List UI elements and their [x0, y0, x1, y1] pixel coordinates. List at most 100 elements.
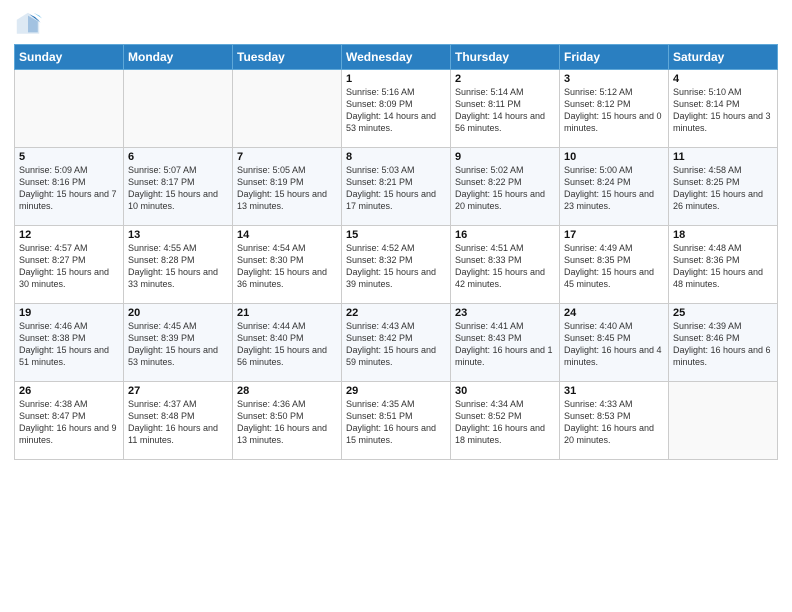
day-info: Sunrise: 4:46 AMSunset: 8:38 PMDaylight:… — [19, 320, 119, 369]
calendar-cell: 26Sunrise: 4:38 AMSunset: 8:47 PMDayligh… — [15, 382, 124, 460]
day-info: Sunrise: 5:00 AMSunset: 8:24 PMDaylight:… — [564, 164, 664, 213]
calendar-cell: 12Sunrise: 4:57 AMSunset: 8:27 PMDayligh… — [15, 226, 124, 304]
calendar-cell: 28Sunrise: 4:36 AMSunset: 8:50 PMDayligh… — [233, 382, 342, 460]
calendar-cell: 22Sunrise: 4:43 AMSunset: 8:42 PMDayligh… — [342, 304, 451, 382]
day-number: 25 — [673, 307, 773, 319]
calendar-cell: 20Sunrise: 4:45 AMSunset: 8:39 PMDayligh… — [124, 304, 233, 382]
day-info: Sunrise: 5:09 AMSunset: 8:16 PMDaylight:… — [19, 164, 119, 213]
calendar-cell: 14Sunrise: 4:54 AMSunset: 8:30 PMDayligh… — [233, 226, 342, 304]
calendar-cell: 25Sunrise: 4:39 AMSunset: 8:46 PMDayligh… — [669, 304, 778, 382]
day-number: 23 — [455, 307, 555, 319]
day-number: 22 — [346, 307, 446, 319]
weekday-header-row: SundayMondayTuesdayWednesdayThursdayFrid… — [15, 45, 778, 70]
day-info: Sunrise: 4:54 AMSunset: 8:30 PMDaylight:… — [237, 242, 337, 291]
calendar-cell — [669, 382, 778, 460]
day-info: Sunrise: 4:36 AMSunset: 8:50 PMDaylight:… — [237, 398, 337, 447]
calendar-cell: 24Sunrise: 4:40 AMSunset: 8:45 PMDayligh… — [560, 304, 669, 382]
calendar-cell: 1Sunrise: 5:16 AMSunset: 8:09 PMDaylight… — [342, 70, 451, 148]
day-number: 13 — [128, 229, 228, 241]
day-info: Sunrise: 5:12 AMSunset: 8:12 PMDaylight:… — [564, 86, 664, 135]
calendar-cell: 2Sunrise: 5:14 AMSunset: 8:11 PMDaylight… — [451, 70, 560, 148]
calendar-cell: 31Sunrise: 4:33 AMSunset: 8:53 PMDayligh… — [560, 382, 669, 460]
day-info: Sunrise: 4:39 AMSunset: 8:46 PMDaylight:… — [673, 320, 773, 369]
day-info: Sunrise: 4:51 AMSunset: 8:33 PMDaylight:… — [455, 242, 555, 291]
calendar-cell: 8Sunrise: 5:03 AMSunset: 8:21 PMDaylight… — [342, 148, 451, 226]
calendar-cell: 9Sunrise: 5:02 AMSunset: 8:22 PMDaylight… — [451, 148, 560, 226]
day-info: Sunrise: 4:34 AMSunset: 8:52 PMDaylight:… — [455, 398, 555, 447]
day-number: 31 — [564, 385, 664, 397]
weekday-header-friday: Friday — [560, 45, 669, 70]
day-number: 5 — [19, 151, 119, 163]
day-number: 11 — [673, 151, 773, 163]
day-number: 14 — [237, 229, 337, 241]
calendar-cell — [15, 70, 124, 148]
day-number: 20 — [128, 307, 228, 319]
day-info: Sunrise: 5:05 AMSunset: 8:19 PMDaylight:… — [237, 164, 337, 213]
day-info: Sunrise: 4:38 AMSunset: 8:47 PMDaylight:… — [19, 398, 119, 447]
day-info: Sunrise: 5:14 AMSunset: 8:11 PMDaylight:… — [455, 86, 555, 135]
calendar-cell: 19Sunrise: 4:46 AMSunset: 8:38 PMDayligh… — [15, 304, 124, 382]
calendar-cell: 30Sunrise: 4:34 AMSunset: 8:52 PMDayligh… — [451, 382, 560, 460]
day-info: Sunrise: 5:07 AMSunset: 8:17 PMDaylight:… — [128, 164, 228, 213]
day-number: 24 — [564, 307, 664, 319]
calendar-cell: 29Sunrise: 4:35 AMSunset: 8:51 PMDayligh… — [342, 382, 451, 460]
day-info: Sunrise: 4:49 AMSunset: 8:35 PMDaylight:… — [564, 242, 664, 291]
day-info: Sunrise: 5:10 AMSunset: 8:14 PMDaylight:… — [673, 86, 773, 135]
day-number: 8 — [346, 151, 446, 163]
day-number: 6 — [128, 151, 228, 163]
day-info: Sunrise: 4:58 AMSunset: 8:25 PMDaylight:… — [673, 164, 773, 213]
day-number: 26 — [19, 385, 119, 397]
day-number: 28 — [237, 385, 337, 397]
calendar-cell: 27Sunrise: 4:37 AMSunset: 8:48 PMDayligh… — [124, 382, 233, 460]
calendar-cell: 16Sunrise: 4:51 AMSunset: 8:33 PMDayligh… — [451, 226, 560, 304]
day-number: 17 — [564, 229, 664, 241]
day-info: Sunrise: 4:45 AMSunset: 8:39 PMDaylight:… — [128, 320, 228, 369]
calendar-cell: 21Sunrise: 4:44 AMSunset: 8:40 PMDayligh… — [233, 304, 342, 382]
calendar-week-row: 19Sunrise: 4:46 AMSunset: 8:38 PMDayligh… — [15, 304, 778, 382]
weekday-header-wednesday: Wednesday — [342, 45, 451, 70]
calendar-cell: 6Sunrise: 5:07 AMSunset: 8:17 PMDaylight… — [124, 148, 233, 226]
day-info: Sunrise: 4:48 AMSunset: 8:36 PMDaylight:… — [673, 242, 773, 291]
calendar-week-row: 1Sunrise: 5:16 AMSunset: 8:09 PMDaylight… — [15, 70, 778, 148]
day-number: 21 — [237, 307, 337, 319]
day-info: Sunrise: 4:52 AMSunset: 8:32 PMDaylight:… — [346, 242, 446, 291]
calendar-cell: 4Sunrise: 5:10 AMSunset: 8:14 PMDaylight… — [669, 70, 778, 148]
day-number: 30 — [455, 385, 555, 397]
weekday-header-monday: Monday — [124, 45, 233, 70]
day-info: Sunrise: 5:02 AMSunset: 8:22 PMDaylight:… — [455, 164, 555, 213]
day-info: Sunrise: 4:35 AMSunset: 8:51 PMDaylight:… — [346, 398, 446, 447]
calendar-cell: 3Sunrise: 5:12 AMSunset: 8:12 PMDaylight… — [560, 70, 669, 148]
calendar-cell: 11Sunrise: 4:58 AMSunset: 8:25 PMDayligh… — [669, 148, 778, 226]
day-number: 10 — [564, 151, 664, 163]
weekday-header-saturday: Saturday — [669, 45, 778, 70]
calendar-cell: 13Sunrise: 4:55 AMSunset: 8:28 PMDayligh… — [124, 226, 233, 304]
day-number: 27 — [128, 385, 228, 397]
day-number: 16 — [455, 229, 555, 241]
weekday-header-thursday: Thursday — [451, 45, 560, 70]
calendar-cell: 10Sunrise: 5:00 AMSunset: 8:24 PMDayligh… — [560, 148, 669, 226]
calendar-cell: 7Sunrise: 5:05 AMSunset: 8:19 PMDaylight… — [233, 148, 342, 226]
day-number: 29 — [346, 385, 446, 397]
calendar-cell: 23Sunrise: 4:41 AMSunset: 8:43 PMDayligh… — [451, 304, 560, 382]
day-info: Sunrise: 5:16 AMSunset: 8:09 PMDaylight:… — [346, 86, 446, 135]
calendar-cell: 18Sunrise: 4:48 AMSunset: 8:36 PMDayligh… — [669, 226, 778, 304]
weekday-header-sunday: Sunday — [15, 45, 124, 70]
day-info: Sunrise: 4:55 AMSunset: 8:28 PMDaylight:… — [128, 242, 228, 291]
logo — [14, 10, 46, 38]
weekday-header-tuesday: Tuesday — [233, 45, 342, 70]
day-number: 9 — [455, 151, 555, 163]
day-number: 7 — [237, 151, 337, 163]
day-info: Sunrise: 4:33 AMSunset: 8:53 PMDaylight:… — [564, 398, 664, 447]
calendar-table: SundayMondayTuesdayWednesdayThursdayFrid… — [14, 44, 778, 460]
header — [14, 10, 778, 38]
day-number: 1 — [346, 73, 446, 85]
calendar-week-row: 5Sunrise: 5:09 AMSunset: 8:16 PMDaylight… — [15, 148, 778, 226]
day-number: 12 — [19, 229, 119, 241]
calendar-cell: 17Sunrise: 4:49 AMSunset: 8:35 PMDayligh… — [560, 226, 669, 304]
day-info: Sunrise: 4:41 AMSunset: 8:43 PMDaylight:… — [455, 320, 555, 369]
day-number: 19 — [19, 307, 119, 319]
day-info: Sunrise: 4:43 AMSunset: 8:42 PMDaylight:… — [346, 320, 446, 369]
calendar-cell: 5Sunrise: 5:09 AMSunset: 8:16 PMDaylight… — [15, 148, 124, 226]
calendar-week-row: 26Sunrise: 4:38 AMSunset: 8:47 PMDayligh… — [15, 382, 778, 460]
day-info: Sunrise: 4:37 AMSunset: 8:48 PMDaylight:… — [128, 398, 228, 447]
